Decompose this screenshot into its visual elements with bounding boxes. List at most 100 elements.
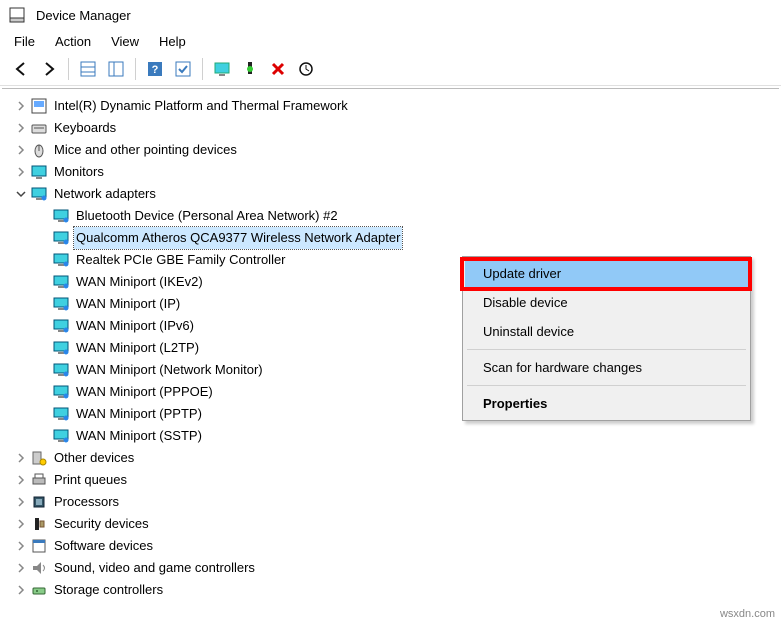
tree-node[interactable]: Monitors — [6, 161, 775, 183]
chevron-right-icon[interactable] — [14, 473, 28, 487]
update-icon[interactable] — [170, 56, 196, 82]
connect-icon[interactable] — [237, 56, 263, 82]
chevron-down-icon[interactable] — [14, 187, 28, 201]
network-icon — [52, 295, 70, 313]
scan-icon[interactable] — [293, 56, 319, 82]
window-title: Device Manager — [36, 8, 131, 23]
separator — [135, 58, 136, 80]
forward-icon[interactable] — [36, 56, 62, 82]
tree-node[interactable]: Print queues — [6, 469, 775, 491]
chevron-right-icon[interactable] — [14, 99, 28, 113]
back-icon[interactable] — [8, 56, 34, 82]
chevron-right-icon[interactable] — [14, 451, 28, 465]
separator — [202, 58, 203, 80]
tree-node-label: Storage controllers — [52, 579, 165, 601]
tree-node-label: Software devices — [52, 535, 155, 557]
ctx-scan-hardware[interactable]: Scan for hardware changes — [465, 353, 748, 382]
delete-icon[interactable] — [265, 56, 291, 82]
menu-file[interactable]: File — [14, 34, 35, 49]
tree-node[interactable]: Security devices — [6, 513, 775, 535]
titlebar: Device Manager — [0, 0, 781, 30]
toolbar: ? — [0, 53, 781, 86]
tree-node-label: Monitors — [52, 161, 106, 183]
tree-node[interactable]: Sound, video and game controllers — [6, 557, 775, 579]
network-icon — [52, 405, 70, 423]
keyboard-icon — [30, 119, 48, 137]
tree-node-label: Security devices — [52, 513, 151, 535]
tree-node-label: Print queues — [52, 469, 129, 491]
tree-node[interactable]: WAN Miniport (SSTP) — [6, 425, 775, 447]
tree-node-label: WAN Miniport (IKEv2) — [74, 271, 205, 293]
network-icon — [52, 361, 70, 379]
properties-grid-icon[interactable] — [75, 56, 101, 82]
tree-node-label: Processors — [52, 491, 121, 513]
monitor-icon[interactable] — [209, 56, 235, 82]
monitor-icon — [30, 163, 48, 181]
device-frame-icon — [30, 97, 48, 115]
tree-node-label: WAN Miniport (L2TP) — [74, 337, 201, 359]
software-icon — [30, 537, 48, 555]
network-icon — [52, 339, 70, 357]
tree-node-label: Sound, video and game controllers — [52, 557, 257, 579]
menu-view[interactable]: View — [111, 34, 139, 49]
chevron-right-icon[interactable] — [14, 517, 28, 531]
tree-node-label: Qualcomm Atheros QCA9377 Wireless Networ… — [74, 227, 402, 249]
tree-node[interactable]: Keyboards — [6, 117, 775, 139]
tree-node-label: WAN Miniport (IPv6) — [74, 315, 196, 337]
tree-node-label: Bluetooth Device (Personal Area Network)… — [74, 205, 340, 227]
tree-node[interactable]: Software devices — [6, 535, 775, 557]
ctx-uninstall-device[interactable]: Uninstall device — [465, 317, 748, 346]
watermark: wsxdn.com — [720, 608, 775, 620]
tree-node-label: WAN Miniport (Network Monitor) — [74, 359, 265, 381]
menu-help[interactable]: Help — [159, 34, 186, 49]
network-icon — [52, 229, 70, 247]
security-icon — [30, 515, 48, 533]
tree-node[interactable]: Bluetooth Device (Personal Area Network)… — [6, 205, 775, 227]
tree-node-label: Intel(R) Dynamic Platform and Thermal Fr… — [52, 95, 350, 117]
ctx-update-driver[interactable]: Update driver — [465, 259, 748, 288]
network-icon — [52, 317, 70, 335]
network-icon — [30, 185, 48, 203]
sound-icon — [30, 559, 48, 577]
separator — [68, 58, 69, 80]
chevron-right-icon[interactable] — [14, 539, 28, 553]
chevron-right-icon[interactable] — [14, 561, 28, 575]
tree-node[interactable]: Storage controllers — [6, 579, 775, 601]
printer-icon — [30, 471, 48, 489]
menu-action[interactable]: Action — [55, 34, 91, 49]
tree-node-label: Realtek PCIe GBE Family Controller — [74, 249, 288, 271]
ctx-properties[interactable]: Properties — [465, 389, 748, 418]
tree-node[interactable]: Mice and other pointing devices — [6, 139, 775, 161]
network-icon — [52, 207, 70, 225]
chevron-right-icon[interactable] — [14, 143, 28, 157]
tree-node-label: Mice and other pointing devices — [52, 139, 239, 161]
tree-node[interactable]: Intel(R) Dynamic Platform and Thermal Fr… — [6, 95, 775, 117]
pane-icon[interactable] — [103, 56, 129, 82]
chevron-right-icon[interactable] — [14, 583, 28, 597]
ctx-disable-device[interactable]: Disable device — [465, 288, 748, 317]
chevron-right-icon[interactable] — [14, 121, 28, 135]
tree-node[interactable]: Qualcomm Atheros QCA9377 Wireless Networ… — [6, 227, 775, 249]
chevron-right-icon[interactable] — [14, 495, 28, 509]
network-icon — [52, 251, 70, 269]
tree-node-label: Network adapters — [52, 183, 158, 205]
network-icon — [52, 383, 70, 401]
tree-node[interactable]: Network adapters — [6, 183, 775, 205]
tree-node[interactable]: Other devices — [6, 447, 775, 469]
tree-node[interactable]: Processors — [6, 491, 775, 513]
chevron-right-icon[interactable] — [14, 165, 28, 179]
separator — [467, 349, 746, 350]
separator — [467, 385, 746, 386]
mouse-icon — [30, 141, 48, 159]
other-icon — [30, 449, 48, 467]
tree-node-label: WAN Miniport (PPPOE) — [74, 381, 215, 403]
tree-node-label: WAN Miniport (PPTP) — [74, 403, 204, 425]
help-icon[interactable]: ? — [142, 56, 168, 82]
app-icon — [8, 6, 26, 24]
tree-node-label: WAN Miniport (IP) — [74, 293, 182, 315]
menubar: File Action View Help — [0, 30, 781, 53]
cpu-icon — [30, 493, 48, 511]
tree-node-label: WAN Miniport (SSTP) — [74, 425, 204, 447]
storage-icon — [30, 581, 48, 599]
tree-node-label: Other devices — [52, 447, 136, 469]
